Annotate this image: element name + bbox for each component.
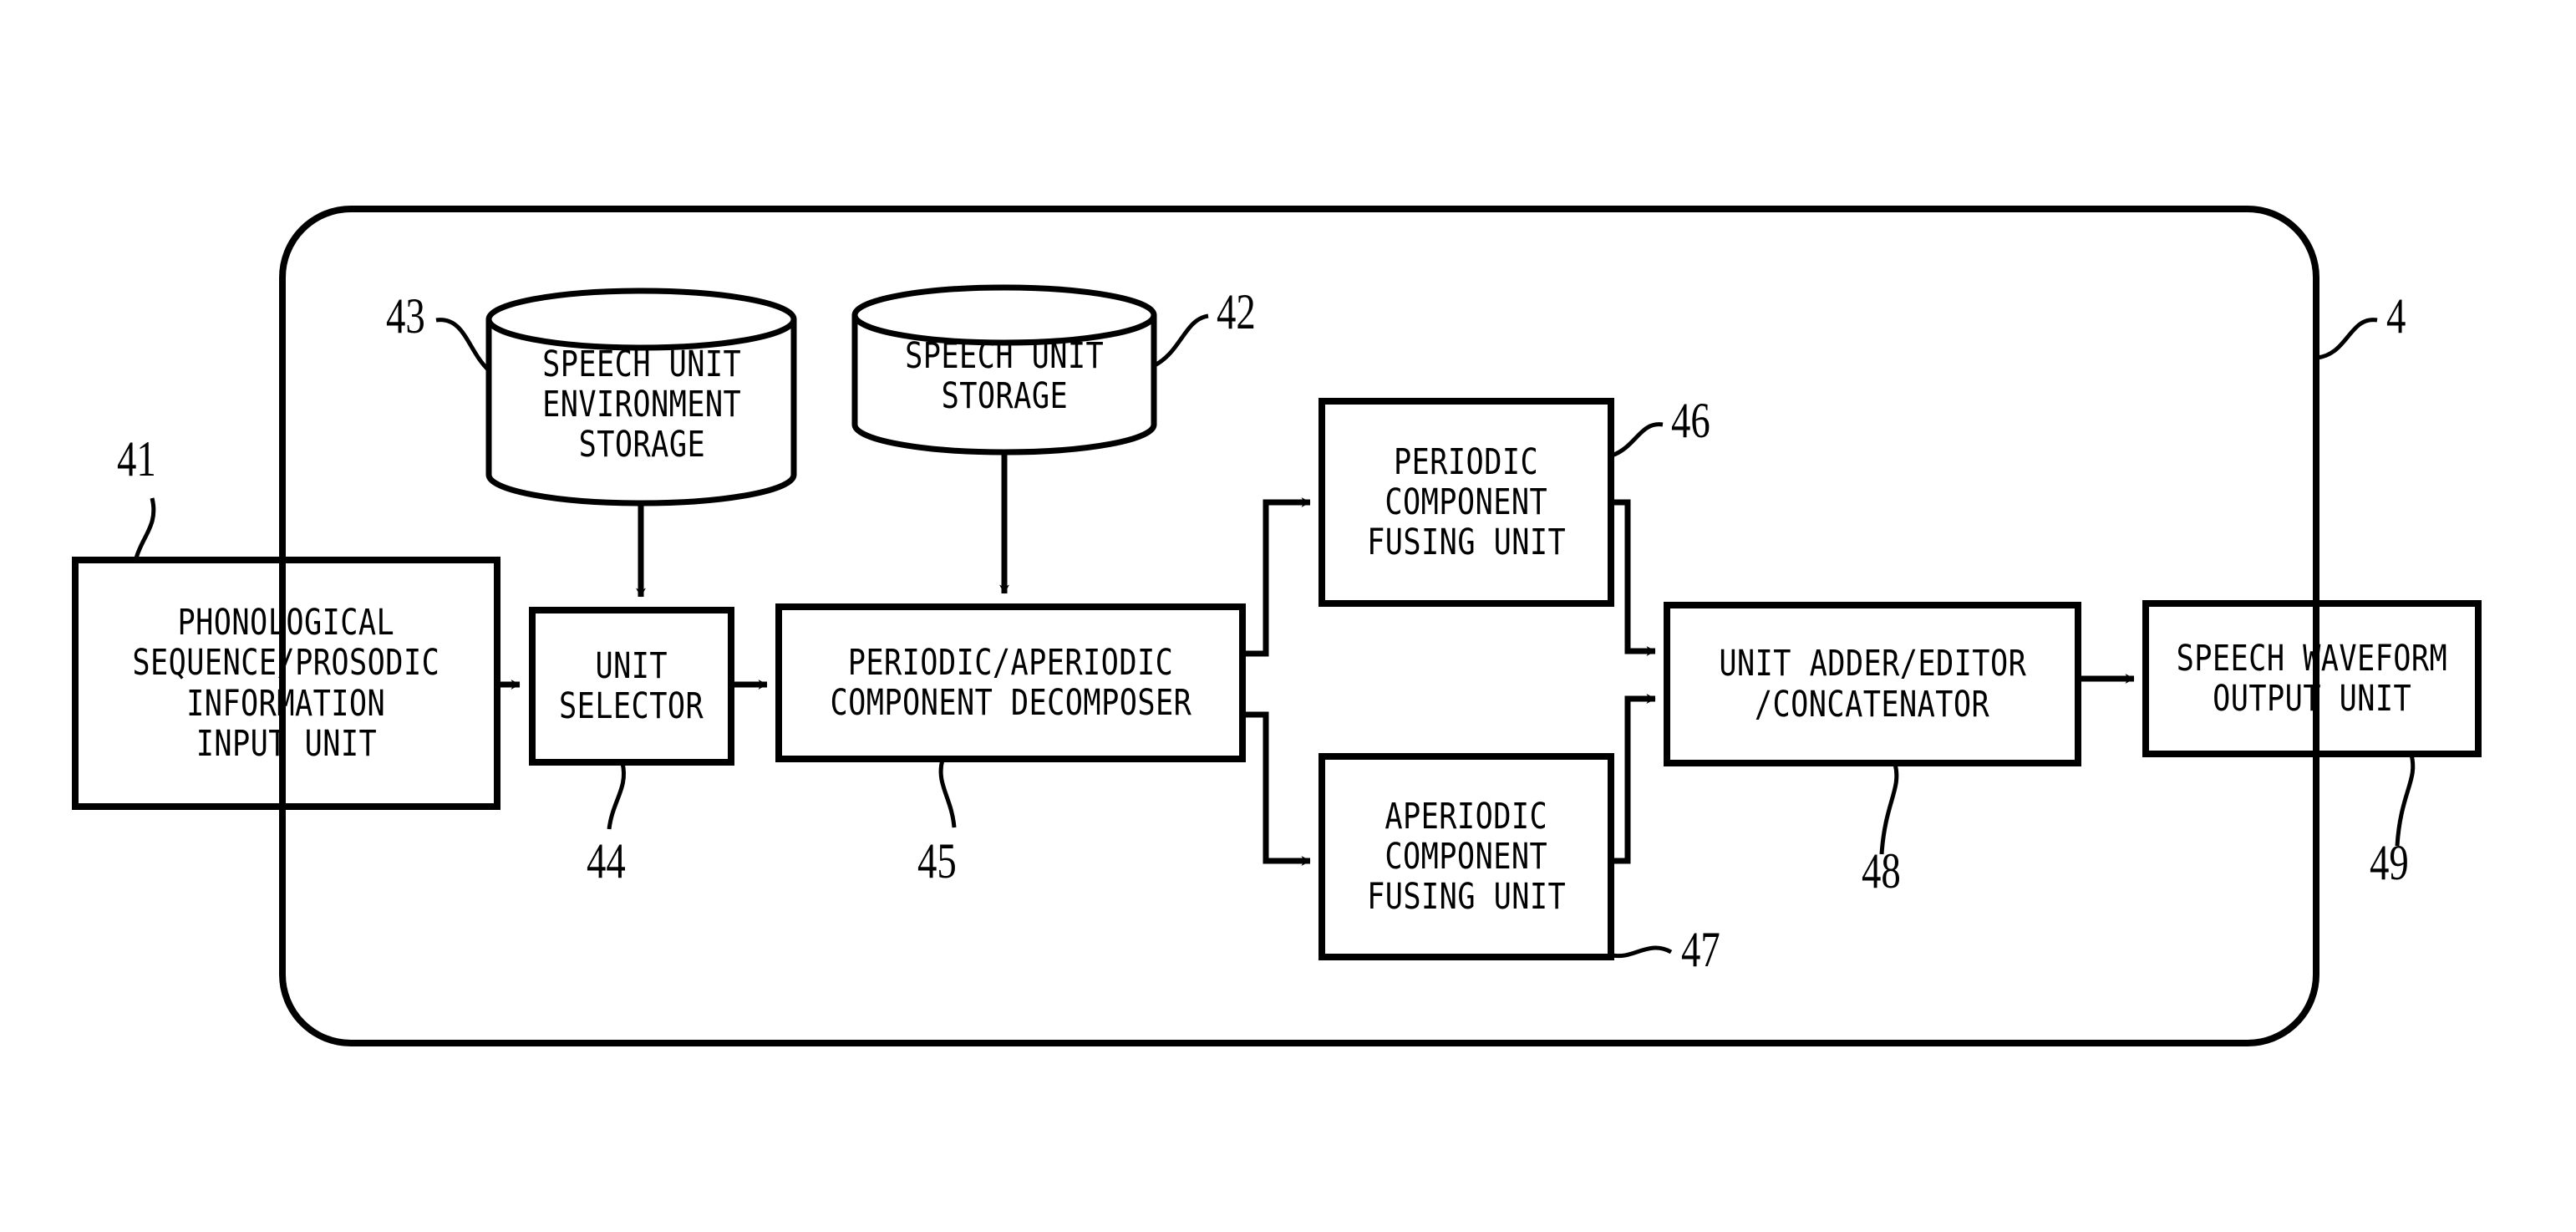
ref-numeral-49: 49	[2370, 835, 2409, 890]
leader-4	[2316, 318, 2378, 360]
speech-unit-environment-storage-block[interactable]	[489, 291, 795, 503]
ref-numeral-45: 45	[917, 833, 957, 888]
waveform-output-unit-block[interactable]	[2146, 603, 2478, 754]
input-unit-block[interactable]	[75, 560, 497, 807]
ref-numeral-48: 48	[1862, 843, 1901, 899]
ref-numeral-41: 41	[117, 431, 156, 486]
leader-44	[607, 762, 626, 830]
leader-46	[1611, 422, 1664, 458]
leader-48	[1879, 763, 1899, 855]
aperiodic-fusing-unit-block[interactable]	[1322, 756, 1611, 957]
figure-canvas: PHONOLOGICAL SEQUENCE/PROSODIC INFORMATI…	[0, 0, 2576, 1232]
speech-unit-storage-block[interactable]	[855, 288, 1154, 453]
leader-49	[2395, 754, 2416, 847]
ref-numeral-43: 43	[386, 288, 425, 344]
leader-47	[1612, 945, 1673, 959]
leader-43	[435, 318, 490, 372]
connector-periodic-to-adder	[1611, 499, 1656, 656]
leader-45	[938, 759, 957, 828]
unit-selector-block[interactable]	[532, 610, 731, 762]
connector-aperiodic-to-adder	[1611, 694, 1656, 864]
leader-41	[134, 497, 156, 559]
ref-numeral-42: 42	[1217, 284, 1256, 339]
ref-numeral-44: 44	[587, 833, 626, 888]
unit-adder-block[interactable]	[1667, 605, 2078, 763]
leader-42	[1153, 313, 1209, 368]
ref-numeral-47: 47	[1681, 922, 1720, 977]
connector-decomposer-to-periodic	[1242, 497, 1311, 657]
connector-decomposer-to-aperiodic	[1242, 711, 1311, 866]
ref-numeral-46: 46	[1671, 393, 1710, 448]
component-decomposer-block[interactable]	[779, 607, 1242, 759]
ref-numeral-4: 4	[2386, 288, 2406, 344]
periodic-fusing-unit-block[interactable]	[1322, 401, 1611, 603]
